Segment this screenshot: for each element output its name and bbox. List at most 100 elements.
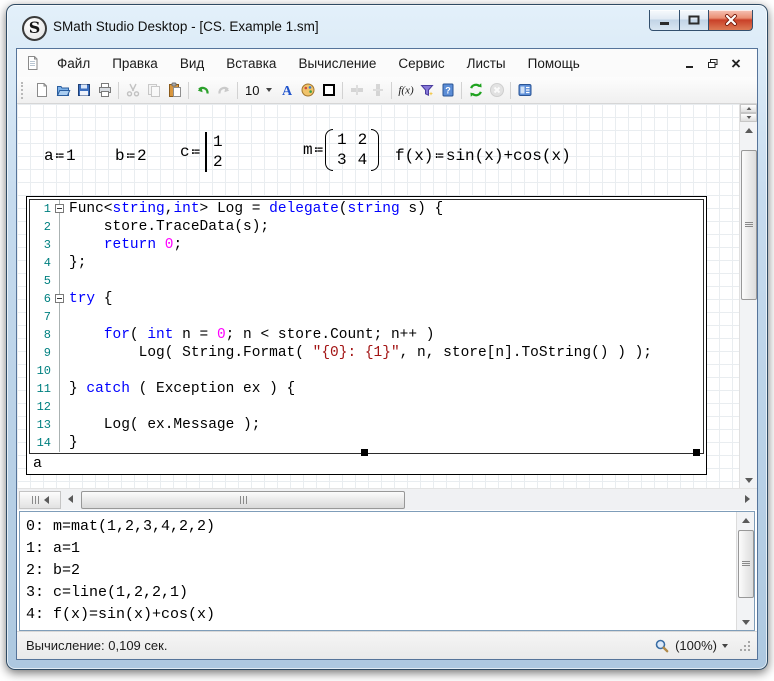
minimize-button[interactable] xyxy=(649,10,680,31)
code-region[interactable]: 1Func<string,int> Log = delegate(string … xyxy=(26,196,707,475)
line-number: 4 xyxy=(30,254,60,272)
math-region-c[interactable]: c≔ 1 2 xyxy=(180,132,223,172)
mdi-minimize-button[interactable] xyxy=(685,58,695,69)
scroll-up-button[interactable] xyxy=(740,122,757,138)
code-line[interactable]: 9 Log( String.Format( "{0}: {1}", n, sto… xyxy=(30,344,703,362)
menu-item-tools[interactable]: Сервис xyxy=(387,52,455,75)
fold-marker-icon[interactable] xyxy=(55,294,64,303)
code-line[interactable]: 6try { xyxy=(30,290,703,308)
code-line[interactable]: 11} catch ( Exception ex ) { xyxy=(30,380,703,398)
arrow-down-icon xyxy=(742,620,750,625)
close-button[interactable] xyxy=(708,10,753,31)
mdi-close-button[interactable] xyxy=(731,58,741,69)
math-region-a[interactable]: a≔1 xyxy=(44,147,76,165)
scroll-right-button[interactable] xyxy=(740,491,755,507)
font-size-select[interactable]: 10 xyxy=(241,83,276,98)
math-name: c xyxy=(180,143,190,161)
code-line[interactable]: 12 xyxy=(30,398,703,416)
filter-funnel-button[interactable] xyxy=(416,80,437,100)
code-text: } catch ( Exception ex ) { xyxy=(60,380,295,398)
output-line: 1: a=1 xyxy=(20,538,754,560)
code-line[interactable]: 8 for( int n = 0; n < store.Count; n++ ) xyxy=(30,326,703,344)
output-scroll-down-button[interactable] xyxy=(737,614,754,630)
output-scroll-thumb[interactable] xyxy=(738,530,754,598)
matrix-values: 1 2 3 4 xyxy=(333,129,371,171)
line-number: 9 xyxy=(30,344,60,362)
scroll-splitter-down[interactable] xyxy=(740,113,757,122)
code-line[interactable]: 7 xyxy=(30,308,703,326)
open-document-button[interactable] xyxy=(52,80,73,100)
save-button[interactable] xyxy=(73,80,94,100)
font-color-button[interactable]: A xyxy=(276,80,297,100)
code-line[interactable]: 13 Log( ex.Message ); xyxy=(30,416,703,434)
print-button[interactable] xyxy=(94,80,115,100)
mdi-restore-button[interactable] xyxy=(707,58,719,69)
scroll-splitter-up[interactable] xyxy=(740,104,757,113)
code-editor[interactable]: 1Func<string,int> Log = delegate(string … xyxy=(29,199,704,454)
font-size-dropdown-icon[interactable] xyxy=(266,88,272,92)
output-lines: 0: m=mat(1,2,3,4,2,2)1: a=12: b=23: c=li… xyxy=(20,512,754,626)
menu-item-sheets[interactable]: Листы xyxy=(456,52,517,75)
horizontal-splitter[interactable] xyxy=(19,491,61,509)
output-panel[interactable]: 0: m=mat(1,2,3,4,2,2)1: a=12: b=23: c=li… xyxy=(19,511,755,631)
show-panels-button[interactable] xyxy=(514,80,535,100)
menu-item-file[interactable]: Файл xyxy=(46,52,101,75)
toolbar-grip[interactable] xyxy=(21,82,26,99)
new-document-button[interactable] xyxy=(31,80,52,100)
toolbar-separator xyxy=(461,82,462,99)
menu-item-calculation[interactable]: Вычисление xyxy=(287,52,387,75)
border-button[interactable] xyxy=(318,80,339,100)
fold-marker-icon[interactable] xyxy=(55,204,64,213)
code-text xyxy=(60,398,69,416)
code-line[interactable]: 5 xyxy=(30,272,703,290)
worksheet[interactable]: a≔1 b≔2 c≔ 1 2 m≔ 1 2 xyxy=(17,104,757,488)
paste-icon xyxy=(167,82,183,98)
redo-button xyxy=(213,80,234,100)
paste-button[interactable] xyxy=(164,80,185,100)
vertical-scroll-thumb[interactable] xyxy=(741,150,757,300)
app-logo-icon: S xyxy=(22,16,47,41)
maximize-icon xyxy=(688,14,700,26)
menu-bar: ФайлПравкаВидВставкаВычислениеСервисЛист… xyxy=(17,49,757,77)
scroll-left-button[interactable] xyxy=(63,491,78,507)
toolbar-separator xyxy=(188,82,189,99)
menu-item-edit[interactable]: Правка xyxy=(101,52,169,75)
undo-button[interactable] xyxy=(192,80,213,100)
menu-item-insert[interactable]: Вставка xyxy=(215,52,287,75)
resize-handle-corner[interactable] xyxy=(693,449,700,456)
minimize-icon xyxy=(659,14,671,26)
menu-item-help[interactable]: Помощь xyxy=(517,52,591,75)
palette-button[interactable] xyxy=(297,80,318,100)
code-output-variable[interactable]: a xyxy=(33,455,42,472)
maximize-button[interactable] xyxy=(680,10,708,31)
zoom-dropdown-icon[interactable] xyxy=(722,644,728,648)
code-text xyxy=(60,308,69,326)
matrix-cell: 2 xyxy=(358,130,368,150)
window-controls xyxy=(649,10,753,31)
line-number: 8 xyxy=(30,326,60,344)
assign-operator: ≔ xyxy=(125,148,137,164)
math-region-m[interactable]: m≔ 1 2 3 4 xyxy=(303,129,379,171)
resize-handle-bottom[interactable] xyxy=(361,449,368,456)
code-line[interactable]: 10 xyxy=(30,362,703,380)
status-text: Вычисление: 0,109 сек. xyxy=(26,638,167,653)
code-line[interactable]: 4}; xyxy=(30,254,703,272)
code-text: Func<string,int> Log = delegate(string s… xyxy=(60,200,443,218)
zoom-control[interactable]: (100%) xyxy=(654,638,751,654)
horizontal-scroll-thumb[interactable] xyxy=(81,491,405,509)
code-line[interactable]: 1Func<string,int> Log = delegate(string … xyxy=(30,200,703,218)
code-line[interactable]: 2 store.TraceData(s); xyxy=(30,218,703,236)
help-book-button[interactable]: ? xyxy=(437,80,458,100)
toolbar-separator xyxy=(510,82,511,99)
math-region-f[interactable]: f(x)≔sin(x)+cos(x) xyxy=(395,147,571,165)
resize-grip[interactable] xyxy=(739,640,751,652)
menu-item-view[interactable]: Вид xyxy=(169,52,215,75)
code-text: Log( String.Format( "{0}: {1}", n, store… xyxy=(60,344,652,362)
code-line[interactable]: 3 return 0; xyxy=(30,236,703,254)
horizontal-scrollbar xyxy=(17,488,757,510)
math-region-b[interactable]: b≔2 xyxy=(115,147,147,165)
scroll-down-button[interactable] xyxy=(740,472,757,488)
recalculate-button[interactable] xyxy=(465,80,486,100)
output-scroll-up-button[interactable] xyxy=(737,512,754,528)
function-fx-button[interactable]: f(x) xyxy=(395,80,416,100)
